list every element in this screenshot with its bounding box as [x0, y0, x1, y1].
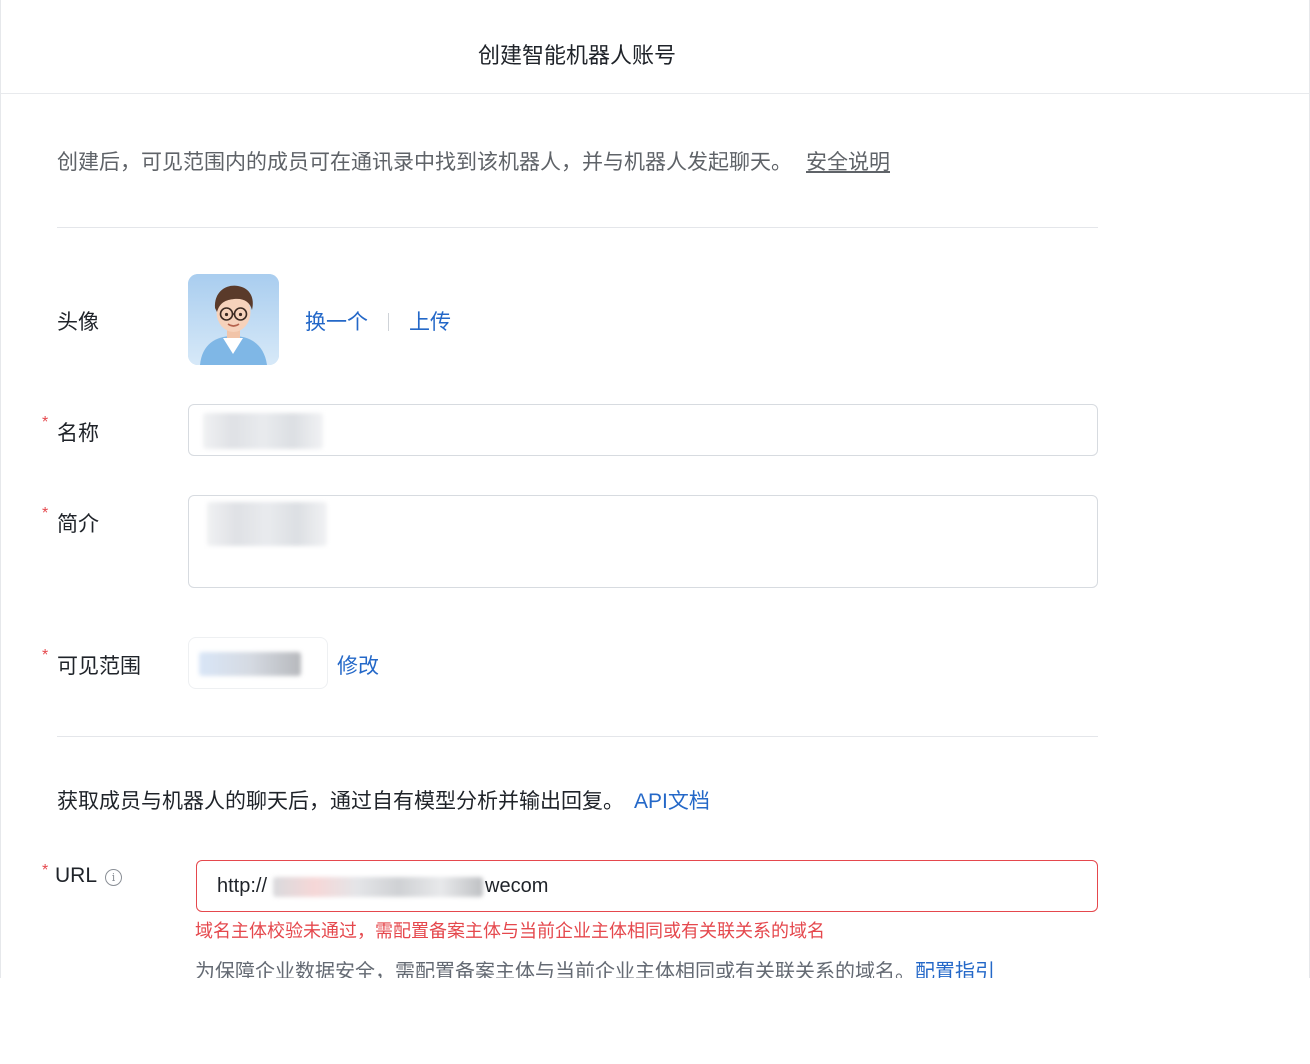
callback-description: 获取成员与机器人的聊天后，通过自有模型分析并输出回复。 API文档 [57, 785, 710, 815]
url-required-mark: * [42, 862, 49, 879]
callback-text: 获取成员与机器人的聊天后，通过自有模型分析并输出回复。 [57, 790, 624, 813]
url-value-suffix: wecom [485, 875, 549, 897]
url-hint-text: 为保障企业数据安全，需配置备案主体与当前企业主体相同或有关联关系的域名。 [195, 961, 915, 978]
intro-label: 简介 [57, 513, 99, 536]
edit-scope-link[interactable]: 修改 [337, 650, 379, 680]
avatar-actions: 换一个 上传 [305, 306, 451, 336]
url-value-prefix: http:// [217, 875, 268, 897]
divider [57, 227, 1098, 228]
url-hint: 为保障企业数据安全，需配置备案主体与当前企业主体相同或有关联关系的域名。配置指引 [195, 955, 995, 978]
name-required-mark: * [42, 414, 49, 431]
change-avatar-link[interactable]: 换一个 [305, 311, 368, 334]
name-input[interactable] [188, 404, 1098, 456]
url-input[interactable]: http:// wecom [196, 860, 1098, 912]
url-error-message: 域名主体校验未通过，需配置备案主体与当前企业主体相同或有关联关系的域名 [195, 921, 825, 941]
config-guide-link[interactable]: 配置指引 [915, 961, 995, 978]
info-icon[interactable]: i [105, 869, 123, 886]
redacted-intro-value [207, 502, 327, 546]
scope-required-mark: * [42, 647, 49, 664]
dialog-header: 创建智能机器人账号 [1, 0, 1309, 94]
upload-avatar-link[interactable]: 上传 [409, 311, 451, 334]
intro-description: 创建后，可见范围内的成员可在通讯录中找到该机器人，并与机器人发起聊天。 [57, 151, 792, 174]
scope-member-tag [188, 637, 328, 689]
name-label: 名称 [57, 422, 99, 445]
api-docs-link[interactable]: API文档 [634, 790, 710, 813]
security-info-link[interactable]: 安全说明 [806, 151, 890, 174]
redacted-url-domain [273, 877, 483, 897]
avatar-label: 头像 [57, 311, 99, 334]
redacted-scope-value [199, 652, 301, 676]
dialog-title: 创建智能机器人账号 [477, 43, 676, 68]
avatar-image [188, 274, 279, 365]
create-bot-dialog: 创建智能机器人账号 创建后，可见范围内的成员可在通讯录中找到该机器人，并与机器人… [0, 0, 1310, 978]
action-separator [388, 313, 389, 331]
url-label-group: URL i [55, 864, 123, 888]
scope-label: 可见范围 [57, 655, 141, 678]
divider [57, 736, 1098, 737]
intro-textarea[interactable] [188, 495, 1098, 588]
bot-avatar[interactable] [188, 274, 279, 365]
intro-text: 创建后，可见范围内的成员可在通讯录中找到该机器人，并与机器人发起聊天。 安全说明 [57, 146, 890, 176]
url-label: URL [55, 864, 98, 887]
redacted-name-value [203, 413, 323, 449]
intro-required-mark: * [42, 505, 49, 522]
